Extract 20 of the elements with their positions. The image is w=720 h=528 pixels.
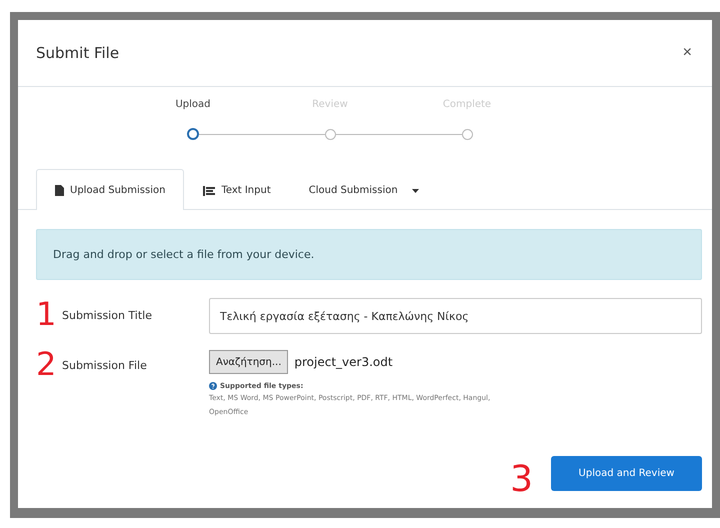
annotation-number: 3 bbox=[510, 461, 533, 499]
field-label: Submission File bbox=[62, 359, 147, 372]
tab[interactable]: Cloud Submission bbox=[290, 170, 438, 210]
help-icon bbox=[209, 382, 217, 390]
file-name: project_ver3.odt bbox=[294, 355, 393, 369]
dialog-title: Submit File bbox=[36, 44, 120, 62]
tab[interactable]: Upload Submission bbox=[36, 169, 184, 210]
upload-review-button[interactable]: Upload and Review bbox=[551, 456, 702, 490]
field-label: Submission Title bbox=[62, 309, 152, 322]
document-icon bbox=[55, 184, 64, 196]
tab[interactable]: Text Input bbox=[184, 170, 290, 210]
text-lines-icon bbox=[203, 186, 216, 196]
annotation-number: 1 bbox=[36, 298, 58, 330]
text-field[interactable]: Τελική εργασία εξέτασης - Καπελώνης Νίκος bbox=[209, 298, 702, 334]
info-alert: Drag and drop or select a file from your device. bbox=[36, 229, 702, 280]
annotation-number: 2 bbox=[36, 348, 58, 380]
step-label: Upload bbox=[174, 99, 212, 110]
caret-icon bbox=[412, 188, 419, 192]
browse-button[interactable]: Αναζήτηση... bbox=[209, 350, 288, 374]
close-button[interactable]: × bbox=[680, 44, 694, 62]
